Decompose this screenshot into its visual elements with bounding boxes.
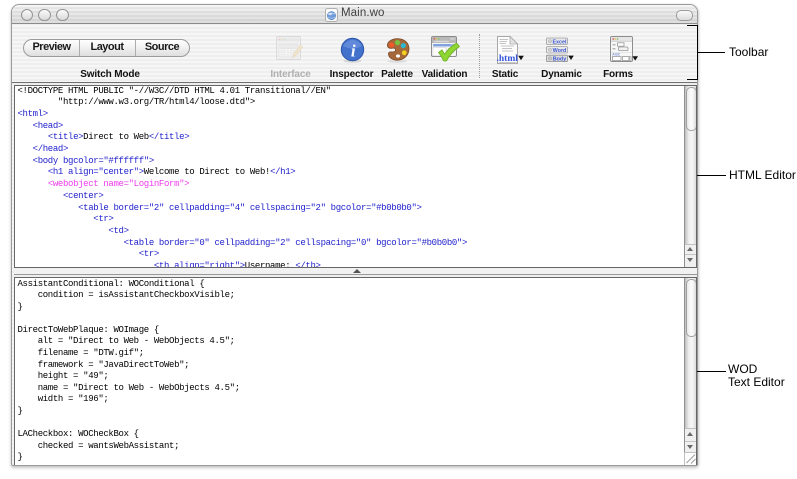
svg-text:Word: Word bbox=[553, 48, 567, 54]
svg-text:Excel: Excel bbox=[552, 39, 567, 45]
svg-text:i: i bbox=[351, 42, 356, 61]
svg-text:A BC: A BC bbox=[612, 52, 621, 56]
svg-text:Body: Body bbox=[553, 57, 566, 63]
